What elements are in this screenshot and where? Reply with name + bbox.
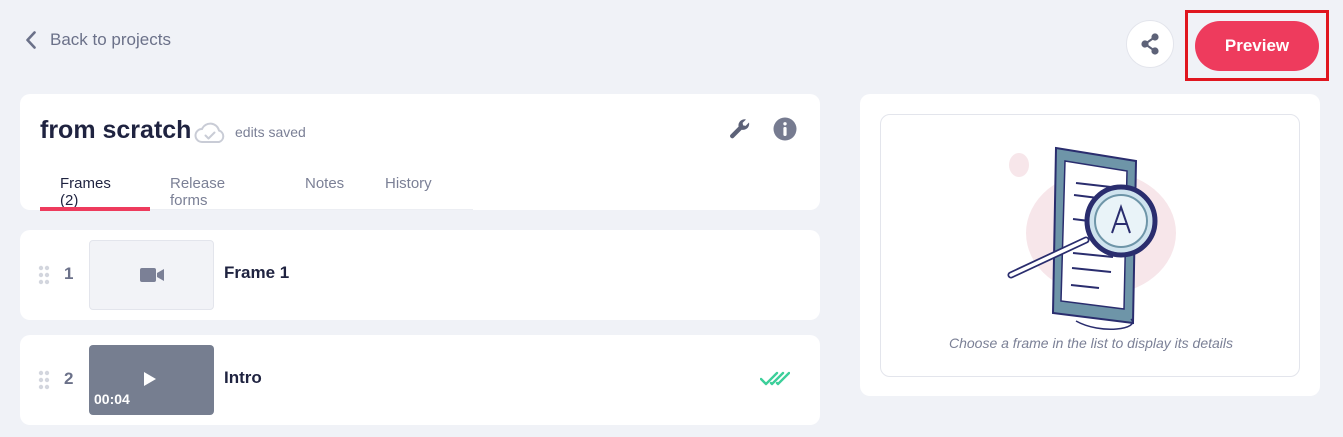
tab-frames[interactable]: Frames (2) [40,166,150,211]
frame-name: Intro [224,368,262,387]
video-duration: 00:04 [94,391,130,407]
frame-number: 2 [64,369,74,388]
frame-row[interactable]: 1 Frame 1 [20,230,820,320]
preview-button[interactable]: Preview [1195,20,1319,71]
tab-history[interactable]: History [365,166,473,210]
share-icon [1141,33,1159,55]
drag-handle-icon[interactable] [38,370,50,390]
save-status: edits saved [235,124,306,140]
camera-icon [139,268,164,282]
frame-name: Frame 1 [224,263,290,282]
frame-row[interactable]: 2 00:04 Intro [20,335,820,425]
share-button[interactable] [1126,20,1174,68]
magnifier-document-illustration [1007,146,1176,330]
frame-detail-panel: Choose a frame in the list to display it… [860,94,1320,396]
cloud-check-icon [194,122,225,143]
tab-release-forms[interactable]: Release forms [150,166,285,210]
project-tabs: Frames (2) Release forms Notes History [40,166,473,211]
play-icon[interactable] [143,371,157,387]
preview-highlight: Preview [1185,10,1329,81]
project-title: from scratch [40,116,192,144]
frame-thumbnail[interactable]: 00:04 [89,345,214,415]
wrench-icon[interactable] [728,117,752,141]
info-icon[interactable] [773,117,797,141]
frame-number: 1 [64,264,74,283]
project-header-card: from scratch edits saved Frames (2) Rele… [20,94,820,211]
empty-state: Choose a frame in the list to display it… [880,114,1300,377]
drag-handle-icon[interactable] [38,265,50,285]
back-label: Back to projects [50,30,171,49]
chevron-left-icon [26,31,36,49]
detail-hint: Choose a frame in the list to display it… [948,335,1234,351]
frame-thumbnail[interactable] [89,240,214,310]
back-to-projects-link[interactable]: Back to projects [26,30,171,50]
double-check-icon [760,371,790,386]
tab-notes[interactable]: Notes [285,166,365,210]
